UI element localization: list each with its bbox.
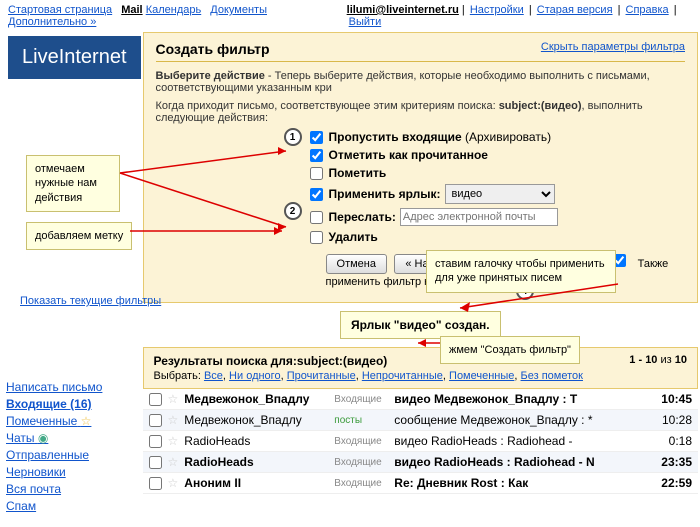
sender: RadioHeads xyxy=(184,434,334,448)
side-chats[interactable]: Чаты ◉ xyxy=(6,431,124,445)
row-check[interactable] xyxy=(149,456,162,469)
side-drafts[interactable]: Черновики xyxy=(6,465,124,479)
hide-params-link[interactable]: Скрыть параметры фильтра xyxy=(541,41,685,57)
tag: Входящие xyxy=(334,394,394,405)
label-select[interactable]: видео xyxy=(445,184,555,204)
sel-unmarked[interactable]: Без пометок xyxy=(521,370,583,382)
chat-icon: ◉ xyxy=(38,431,48,445)
link-help[interactable]: Справка xyxy=(626,4,669,16)
message-list: ☆Медвежонок_ВпадлуВходящиевидео Медвежон… xyxy=(143,389,698,494)
cancel-button[interactable]: Отмена xyxy=(326,254,387,274)
chk-read[interactable] xyxy=(310,149,323,162)
chk-label[interactable] xyxy=(310,188,323,201)
nav-more[interactable]: Дополнительно » xyxy=(8,16,96,28)
link-oldver[interactable]: Старая версия xyxy=(537,4,613,16)
tag: Входящие xyxy=(334,457,394,468)
side-sent[interactable]: Отправленные xyxy=(6,448,124,462)
list-item[interactable]: ☆ RadioHeadsВходящиевидео RadioHeads : Ra… xyxy=(143,452,698,473)
side-marked[interactable]: Помеченные ☆ xyxy=(6,414,124,428)
chk-mark[interactable] xyxy=(310,167,323,180)
time: 0:18 xyxy=(648,434,692,448)
nav-mail[interactable]: Mail xyxy=(121,4,142,16)
sender: Аноним II xyxy=(184,476,334,490)
sel-unread[interactable]: Непрочитанные xyxy=(362,370,443,382)
link-exit[interactable]: Выйти xyxy=(349,16,382,28)
subject: сообщение Медвежонок_Впадлу : * xyxy=(394,413,648,427)
subject: видео RadioHeads : Radiohead - xyxy=(394,434,648,448)
list-item[interactable]: ☆ RadioHeadsВходящиевидео RadioHeads : Ra… xyxy=(143,431,698,452)
time: 23:35 xyxy=(648,455,692,469)
star-icon[interactable]: ☆ xyxy=(168,392,179,406)
sidebar: Написать письмо Входящие (16) Помеченные… xyxy=(0,369,130,524)
user-email: lilumi@liveinternet.ru xyxy=(347,4,459,16)
panel-title: Создать фильтр xyxy=(156,41,270,57)
star-icon[interactable]: ☆ xyxy=(168,413,179,427)
side-spam[interactable]: Спам xyxy=(6,499,124,513)
time: 22:59 xyxy=(648,476,692,490)
list-item[interactable]: ☆ Медвежонок_Впадлупостысообщение Медвежо… xyxy=(143,410,698,431)
results-header: Результаты поиска для:subject:(видео) 1 … xyxy=(143,347,698,389)
sender: Медвежонок_Впадлу xyxy=(184,392,334,406)
badge-2: 2 xyxy=(284,202,302,220)
fwd-input[interactable] xyxy=(400,208,558,226)
tag: Входящие xyxy=(334,478,394,489)
star-icon[interactable]: ☆ xyxy=(168,476,179,490)
list-item[interactable]: ☆ Медвежонок_ВпадлуВходящиевидео Медвежон… xyxy=(143,389,698,410)
badge-1: 1 xyxy=(284,128,302,146)
row-check[interactable] xyxy=(149,414,162,427)
tag: посты xyxy=(334,415,394,426)
sel-none[interactable]: Ни одного xyxy=(229,370,281,382)
sel-all[interactable]: Все xyxy=(204,370,223,382)
subject: видео Медвежонок_Впадлу : Т xyxy=(394,392,648,406)
logo: LiveInternet xyxy=(8,36,141,79)
top-nav: Стартовая страница Mail Календарь Докуме… xyxy=(0,0,700,32)
time: 10:45 xyxy=(648,392,692,406)
note-1: отмечаем нужные нам действия xyxy=(26,155,120,212)
star-icon: ☆ xyxy=(81,414,92,428)
star-icon[interactable]: ☆ xyxy=(168,455,179,469)
row-check[interactable] xyxy=(149,435,162,448)
list-item[interactable]: ☆ Аноним IIВходящиеRe: Дневник Rost : Как… xyxy=(143,473,698,494)
sel-read[interactable]: Прочитанные xyxy=(287,370,356,382)
nav-docs[interactable]: Документы xyxy=(210,4,267,16)
chk-fwd[interactable] xyxy=(310,211,323,224)
time: 10:28 xyxy=(648,413,692,427)
link-settings[interactable]: Настройки xyxy=(470,4,524,16)
subject: Re: Дневник Rost : Как xyxy=(394,476,648,490)
subject: видео RadioHeads : Radiohead - N xyxy=(394,455,648,469)
chk-skip[interactable] xyxy=(310,131,323,144)
sel-marked[interactable]: Помеченные xyxy=(449,370,514,382)
star-icon[interactable]: ☆ xyxy=(168,434,179,448)
note-4: жмем "Создать фильтр" xyxy=(440,336,580,364)
side-inbox[interactable]: Входящие (16) xyxy=(6,397,124,411)
nav-cal[interactable]: Календарь xyxy=(146,4,202,16)
note-2: добавляем метку xyxy=(26,222,132,250)
nav-start[interactable]: Стартовая страница xyxy=(8,4,112,16)
tag: Входящие xyxy=(334,436,394,447)
side-write[interactable]: Написать письмо xyxy=(6,380,124,394)
note-3: ставим галочку чтобы применить для уже п… xyxy=(426,250,616,293)
desc-bold: Выберите действие xyxy=(156,70,265,82)
chk-del[interactable] xyxy=(310,231,323,244)
sender: RadioHeads xyxy=(184,455,334,469)
row-check[interactable] xyxy=(149,477,162,490)
show-filters-link[interactable]: Показать текущие фильтры xyxy=(20,295,161,307)
sender: Медвежонок_Впадлу xyxy=(184,413,334,427)
results-count: 1 - 10 из 10 xyxy=(629,354,687,366)
side-all[interactable]: Вся почта xyxy=(6,482,124,496)
row-check[interactable] xyxy=(149,393,162,406)
created-badge: Ярлык "видео" создан. xyxy=(340,311,501,339)
